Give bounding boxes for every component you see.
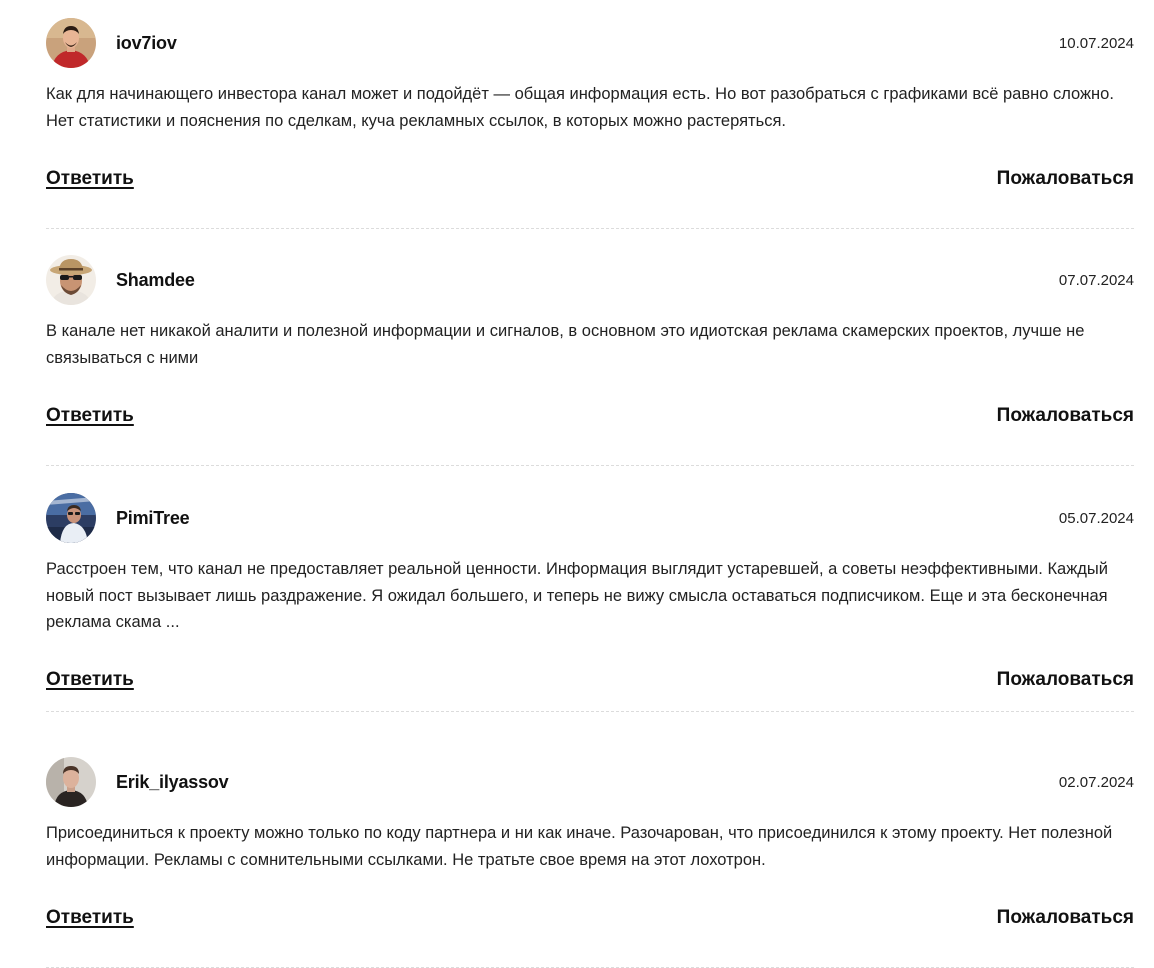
comment-actions: Ответить Пожаловаться — [46, 906, 1134, 932]
avatar[interactable] — [46, 757, 96, 807]
reply-button[interactable]: Ответить — [46, 167, 134, 191]
comment-item: PimiTree 05.07.2024 Расстроен тем, что к… — [46, 493, 1134, 712]
comment-header: Erik_ilyassov 02.07.2024 — [46, 757, 1134, 807]
comment-text: В канале нет никакой аналити и полезной … — [46, 322, 1085, 367]
comment-username[interactable]: iov7iov — [116, 32, 177, 54]
comment-text: Расстроен тем, что канал не предоставляе… — [46, 560, 1108, 631]
report-button[interactable]: Пожаловаться — [997, 167, 1134, 191]
avatar[interactable] — [46, 255, 96, 305]
comment-header: PimiTree 05.07.2024 — [46, 493, 1134, 543]
report-button[interactable]: Пожаловаться — [997, 404, 1134, 428]
avatar[interactable] — [46, 18, 96, 68]
comment-header: iov7iov 10.07.2024 — [46, 18, 1134, 68]
reply-button[interactable]: Ответить — [46, 404, 134, 428]
comment-date: 07.07.2024 — [1058, 272, 1134, 289]
comment-actions: Ответить Пожаловаться — [46, 167, 1134, 193]
reply-button[interactable]: Ответить — [46, 906, 134, 930]
avatar[interactable] — [46, 493, 96, 543]
comment-date: 02.07.2024 — [1058, 774, 1134, 791]
comment-item: Erik_ilyassov 02.07.2024 Присоединиться … — [46, 757, 1134, 968]
comment-item: iov7iov 10.07.2024 Как для начинающего и… — [46, 18, 1134, 229]
comment-username[interactable]: PimiTree — [116, 507, 190, 529]
comment-date: 10.07.2024 — [1058, 35, 1134, 52]
comment-username[interactable]: Erik_ilyassov — [116, 771, 229, 793]
avatar-man-boat-icon — [46, 493, 96, 543]
comment-text: Как для начинающего инвестора канал може… — [46, 85, 1114, 130]
comment-text: Присоединиться к проекту можно только по… — [46, 824, 1113, 869]
reply-button[interactable]: Ответить — [46, 668, 134, 692]
avatar-man-red-hoodie-icon — [46, 18, 96, 68]
comment-header: Shamdee 07.07.2024 — [46, 255, 1134, 305]
comment-date: 05.07.2024 — [1058, 510, 1134, 527]
comment-username[interactable]: Shamdee — [116, 269, 195, 291]
comment-actions: Ответить Пожаловаться — [46, 404, 1134, 430]
comment-actions: Ответить Пожаловаться — [46, 668, 1134, 694]
comments-list: iov7iov 10.07.2024 Как для начинающего и… — [0, 0, 1154, 968]
report-button[interactable]: Пожаловаться — [997, 668, 1134, 692]
avatar-man-hat-sunglasses-icon — [46, 255, 96, 305]
avatar-man-dark-portrait-icon — [46, 757, 96, 807]
comment-item: Shamdee 07.07.2024 В канале нет никакой … — [46, 255, 1134, 466]
report-button[interactable]: Пожаловаться — [997, 906, 1134, 930]
